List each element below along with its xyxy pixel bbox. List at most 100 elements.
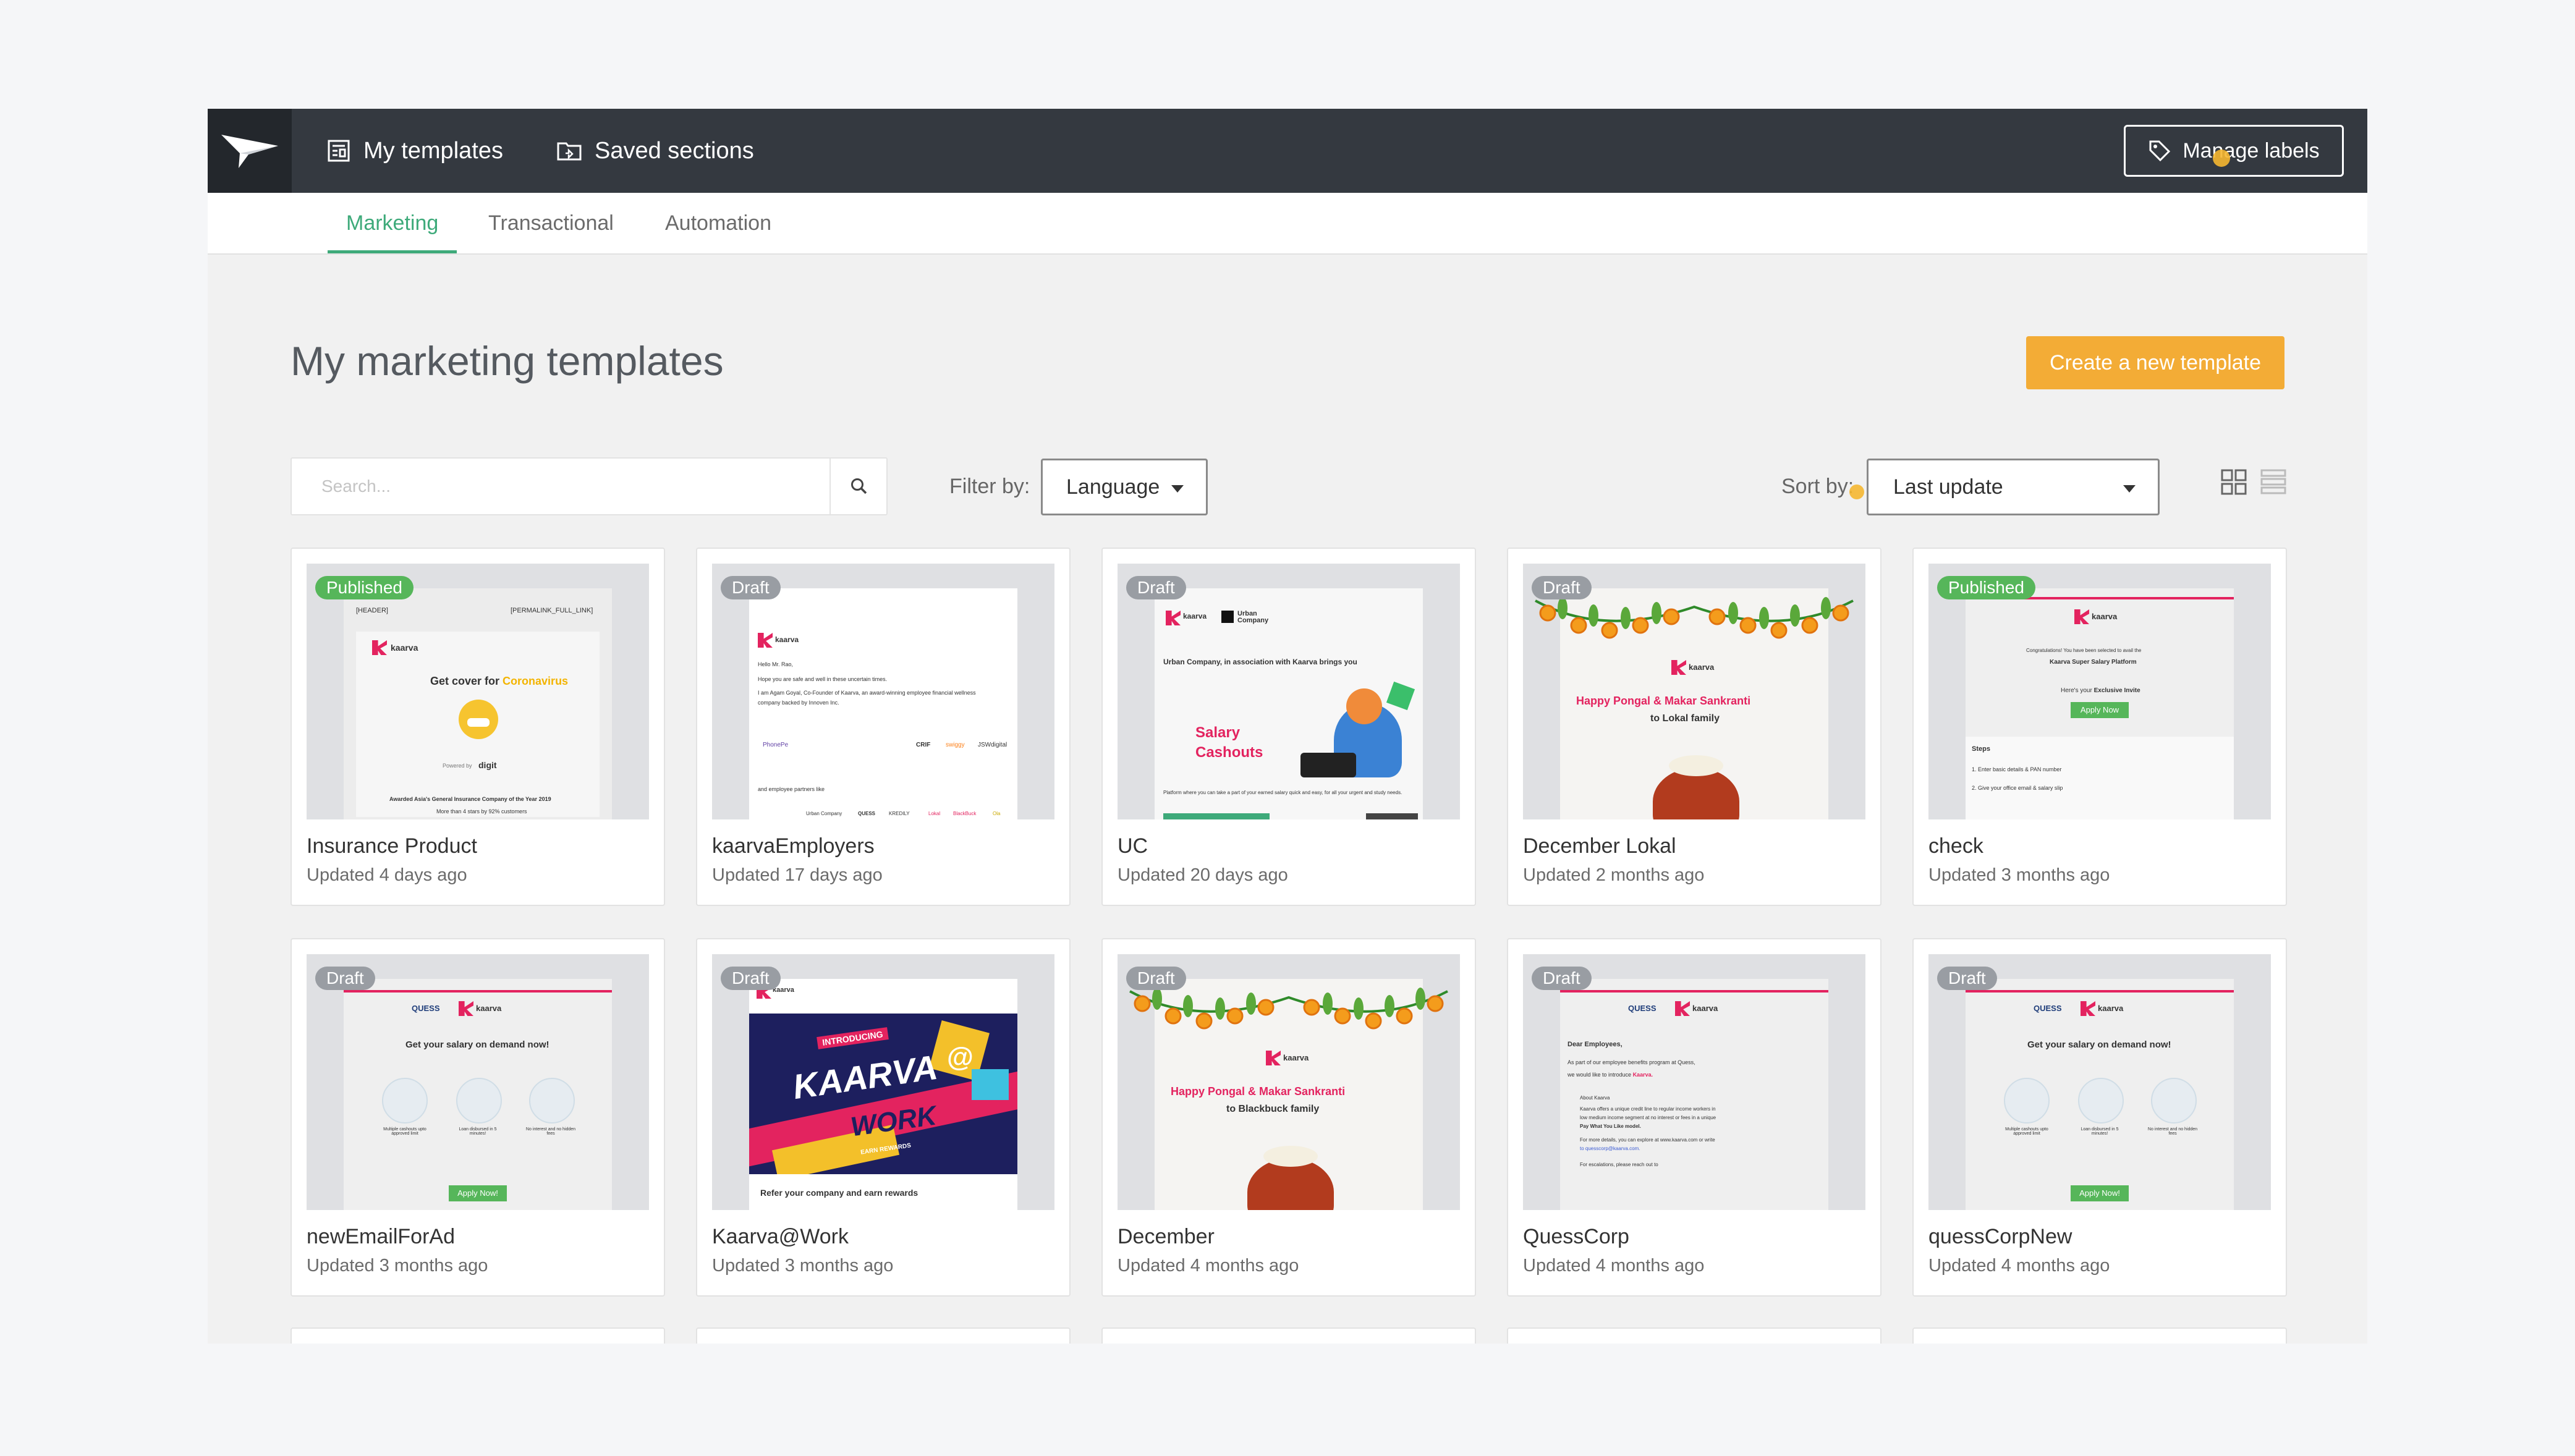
clock-icon [2078, 1078, 2124, 1124]
status-badge: Published [315, 576, 414, 599]
email-preview: kaarva Happy Pongal & Makar Sankranti to… [1129, 979, 1448, 1210]
language-filter-select[interactable]: Language [1041, 459, 1208, 515]
create-template-button[interactable]: Create a new template [2026, 336, 2284, 389]
pot-illustration [1669, 755, 1723, 776]
sort-select[interactable]: Last update [1867, 459, 2160, 515]
template-card[interactable]: Draft QUESS kaarva Dear Employees, As pa… [1507, 938, 1881, 1297]
kaarva-logo [1675, 1001, 1690, 1016]
preview-text: As part of our employee benefits program… [1567, 1059, 1695, 1065]
tab-marketing[interactable]: Marketing [327, 193, 457, 253]
template-card[interactable]: Draft QUESS kaarva Get your salary on de… [1912, 938, 2287, 1297]
template-name: quessCorpNew [1928, 1225, 2072, 1248]
search-input[interactable] [292, 459, 829, 514]
template-name: Kaarva@Work [712, 1225, 849, 1248]
template-card[interactable]: Draft kaarva Urban Company Urban Company… [1101, 548, 1476, 906]
email-preview: QUESS kaarva Get your salary on demand n… [344, 979, 612, 1210]
preview-logo: KREDILY [889, 811, 910, 816]
preview-text: Hope you are safe and well in these unce… [758, 676, 888, 682]
kaarva-logo [1166, 611, 1181, 625]
accent-bar [1966, 990, 2234, 993]
manage-labels-button[interactable]: Manage labels [2124, 125, 2344, 177]
email-preview: QUESS kaarva Dear Employees, As part of … [1560, 979, 1828, 1210]
template-name: QuessCorp [1523, 1225, 1629, 1248]
template-updated: Updated 4 days ago [307, 865, 467, 885]
preview-text: low medium income segment at no interest… [1580, 1115, 1716, 1120]
kaarva-logo [372, 640, 387, 655]
preview-text: Urban Company [1237, 610, 1269, 624]
preview-text: Awarded Asia's General Insurance Company… [389, 796, 551, 802]
template-card[interactable]: Draft QUESS kaarva Get your salary on de… [291, 938, 665, 1297]
preview-text: to Lokal family [1650, 713, 1720, 724]
template-updated: Updated 4 months ago [1523, 1256, 1705, 1276]
no-fee-icon [529, 1078, 575, 1124]
preview-text: and employee partners like [758, 786, 825, 792]
template-name: December [1118, 1225, 1215, 1248]
accent-bar [1560, 990, 1828, 993]
templates-icon [328, 140, 350, 162]
preview-text: Multiple cashouts upto approved limit [383, 1127, 426, 1136]
template-card[interactable] [696, 1327, 1071, 1344]
kaarva-logo [459, 1001, 473, 1016]
preview-text: kaarva [1283, 1053, 1309, 1062]
preview-text: kaarva [2092, 612, 2118, 621]
preview-text: Get your salary on demand now! [405, 1039, 549, 1050]
status-badge: Draft [315, 967, 375, 990]
preview-logo: Ola [993, 811, 1001, 816]
tab-transactional[interactable]: Transactional [488, 193, 614, 253]
preview-text: INTRODUCING [817, 1027, 889, 1049]
email-preview: kaarva INTRODUCING KAARVA WORK EARN REWA… [749, 979, 1017, 1210]
status-badge: Draft [1937, 967, 1997, 990]
preview-text: About Kaarva [1580, 1095, 1610, 1101]
template-card[interactable]: Draft kaarva Hello Mr. Rao, Hope you are… [696, 548, 1071, 906]
search-button[interactable] [829, 459, 888, 514]
template-card[interactable]: Published kaarva Congratulations! You ha… [1912, 548, 2287, 906]
sort-value: Last update [1893, 475, 2003, 499]
preview-text: Urban Company, in association with Kaarv… [1163, 658, 1357, 666]
preview-invite: Here's your Exclusive Invite [2061, 687, 2140, 694]
template-thumbnail: Published [HEADER] [PERMALINK_FULL_LINK]… [307, 564, 649, 819]
preview-headline: Get cover for Coronavirus [430, 675, 568, 688]
template-card[interactable] [291, 1327, 665, 1344]
preview-text: Loan disbursed in 5 minutes! [459, 1127, 497, 1136]
preview-button [1163, 813, 1270, 819]
tab-automation[interactable]: Automation [665, 193, 771, 253]
nav-my-templates[interactable]: My templates [326, 109, 503, 193]
cursor-indicator [2213, 150, 2230, 167]
template-name: Insurance Product [307, 834, 477, 858]
template-name: check [1928, 834, 1983, 858]
preview-text: Coronavirus [503, 675, 569, 687]
preview-text: digit [478, 760, 497, 770]
pot-illustration [1263, 1146, 1318, 1167]
preview-steps: Steps 1. Enter basic details & PAN numbe… [1966, 737, 2234, 819]
kaarva-logo [1266, 1051, 1281, 1065]
template-card[interactable] [1912, 1327, 2287, 1344]
template-name: kaarvaEmployers [712, 834, 875, 858]
preview-text: Dear Employees, [1567, 1041, 1623, 1048]
template-card[interactable]: Draft kaarva Happy Pongal & Makar Sankra… [1101, 938, 1476, 1297]
nav-saved-sections[interactable]: Saved sections [556, 109, 754, 193]
work-banner: INTRODUCING KAARVA WORK EARN REWARDS @ [749, 1014, 1017, 1174]
preview-button [1366, 813, 1418, 819]
template-card[interactable] [1507, 1327, 1881, 1344]
grid-view-icon[interactable] [2220, 468, 2247, 496]
preview-text: Refer your company and earn rewards [760, 1188, 918, 1198]
template-card[interactable]: Published [HEADER] [PERMALINK_FULL_LINK]… [291, 548, 665, 906]
accent-bar [344, 990, 612, 993]
template-updated: Updated 4 months ago [1118, 1256, 1299, 1276]
emoji-icon [459, 700, 498, 739]
template-card[interactable]: Draft kaarva Happy Pongal & Makar Sankra… [1507, 548, 1881, 906]
list-view-icon[interactable] [2260, 468, 2287, 496]
preview-text: Salary [1195, 724, 1241, 741]
template-thumbnail: Draft kaarva Urban Company Urban Company… [1118, 564, 1460, 819]
template-card[interactable] [1101, 1327, 1476, 1344]
app-logo[interactable] [208, 109, 292, 193]
preview-text: Loan disbursed in 5 minutes! [2081, 1127, 2119, 1136]
template-thumbnail: Draft kaarva Happy Pongal & Makar Sankra… [1118, 954, 1460, 1210]
preview-logo: PhonePe [763, 742, 789, 748]
preview-text: kaarva [391, 643, 418, 653]
preview-logo: QUESS [858, 811, 876, 816]
preview-text: kaarva [775, 635, 799, 644]
template-card[interactable]: Draft kaarva INTRODUCING KAARVA WORK EAR… [696, 938, 1071, 1297]
cash-illustration [1386, 681, 1415, 711]
template-name: UC [1118, 834, 1148, 858]
